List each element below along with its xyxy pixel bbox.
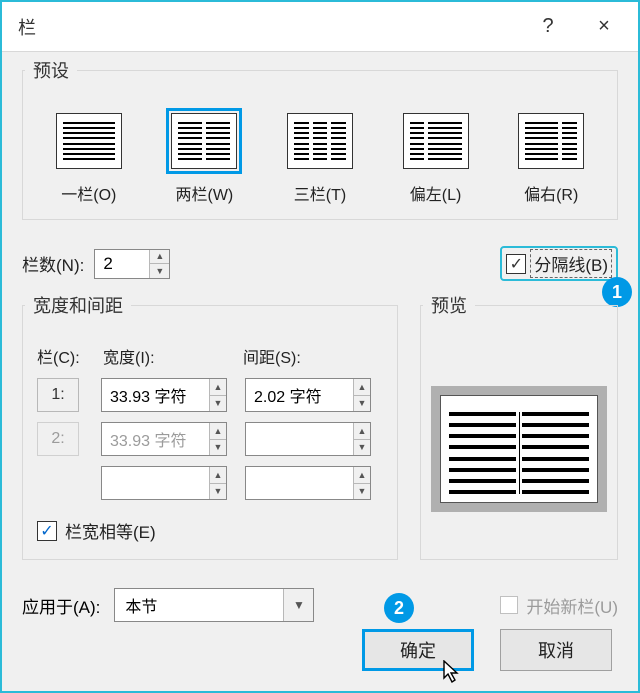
preset-label: 两栏(W): [154, 181, 254, 205]
preview-box: [431, 386, 607, 512]
preview-page: [440, 395, 598, 503]
preview-group: 预览: [420, 305, 618, 560]
ws-row-index: 2:: [37, 422, 79, 456]
equal-width-row[interactable]: ✓ 栏宽相等(E): [37, 518, 383, 543]
preset-option[interactable]: 偏右(R): [501, 113, 601, 205]
presets-legend: 预设: [25, 57, 77, 83]
width-input: [102, 467, 209, 499]
equal-width-label: 栏宽相等(E): [65, 518, 156, 543]
spin-down: ▼: [210, 440, 226, 456]
preset-icon: [518, 113, 584, 169]
preset-label: 偏左(L): [386, 181, 486, 205]
width-input[interactable]: [102, 379, 209, 411]
chevron-down-icon[interactable]: ▼: [283, 589, 313, 621]
separator-label: 分隔线(B): [532, 251, 610, 276]
ws-head-width: 宽度(I):: [103, 344, 243, 368]
preset-icon: [403, 113, 469, 169]
separator-checkbox[interactable]: ✓: [506, 254, 526, 274]
preset-option[interactable]: 两栏(W): [154, 113, 254, 205]
preset-option[interactable]: 一栏(O): [39, 113, 139, 205]
numcols-down[interactable]: ▼: [150, 264, 169, 278]
ws-head-col: 栏(C):: [37, 344, 103, 368]
preview-legend: 预览: [423, 292, 475, 318]
spacing-input: [246, 423, 353, 455]
ws-head-spacing: 间距(S):: [243, 344, 383, 368]
annotation-badge-1: 1: [602, 277, 632, 307]
ws-row-index: 1:: [37, 378, 79, 412]
annotation-badge-2: 2: [384, 593, 414, 623]
spin-down: ▼: [354, 484, 370, 500]
ws-row: 2:▲▼▲▼: [37, 422, 383, 456]
spin-up: ▲: [354, 467, 370, 484]
spin-up[interactable]: ▲: [354, 379, 370, 396]
spacing-spinner: ▲▼: [245, 422, 371, 456]
preset-label: 一栏(O): [39, 181, 139, 205]
spin-up: ▲: [210, 467, 226, 484]
spin-down[interactable]: ▼: [354, 396, 370, 412]
cancel-button[interactable]: 取消: [500, 629, 612, 671]
spacing-spinner: ▲▼: [245, 466, 371, 500]
help-button[interactable]: ?: [520, 5, 576, 49]
columns-dialog: 栏 ? × 预设 一栏(O) 两栏(W) 三栏(T) 偏左(L) 偏右(R) 栏数(N)…: [0, 0, 640, 693]
preset-icon: [287, 113, 353, 169]
spin-down: ▼: [210, 484, 226, 500]
preset-label: 偏右(R): [501, 181, 601, 205]
preset-icon: [171, 113, 237, 169]
spin-down[interactable]: ▼: [210, 396, 226, 412]
spin-up: ▲: [210, 423, 226, 440]
start-new-column: 开始新栏(U): [500, 593, 618, 618]
start-new-checkbox: [500, 596, 518, 614]
close-button[interactable]: ×: [576, 5, 632, 49]
numcols-label: 栏数(N):: [22, 251, 84, 276]
apply-to-select[interactable]: 本节 ▼: [114, 588, 314, 622]
width-spinner: ▲▼: [101, 466, 227, 500]
spacing-input: [246, 467, 353, 499]
spacing-input[interactable]: [246, 379, 353, 411]
spin-up[interactable]: ▲: [210, 379, 226, 396]
titlebar: 栏 ? ×: [2, 2, 638, 52]
width-spacing-group: 宽度和间距 栏(C): 宽度(I): 间距(S): 1:▲▼▲▼2:▲▼▲▼▲▼…: [22, 305, 398, 560]
presets-group: 预设 一栏(O)两栏(W)三栏(T)偏左(L)偏右(R): [22, 70, 618, 220]
preset-option[interactable]: 偏左(L): [386, 113, 486, 205]
width-spinner[interactable]: ▲▼: [101, 378, 227, 412]
equal-width-checkbox[interactable]: ✓: [37, 521, 57, 541]
separator-checkbox-wrap[interactable]: ✓ 分隔线(B) 1: [500, 246, 618, 281]
start-new-label: 开始新栏(U): [526, 593, 618, 618]
preset-label: 三栏(T): [270, 181, 370, 205]
ws-row: ▲▼▲▼: [37, 466, 383, 500]
spin-down: ▼: [354, 440, 370, 456]
spin-up: ▲: [354, 423, 370, 440]
dialog-title: 栏: [18, 14, 520, 40]
ws-row: 1:▲▼▲▼: [37, 378, 383, 412]
ok-button[interactable]: 确定: [362, 629, 474, 671]
width-input: [102, 423, 209, 455]
width-spinner: ▲▼: [101, 422, 227, 456]
numcols-input[interactable]: [95, 250, 149, 278]
apply-to-label: 应用于(A):: [22, 593, 100, 618]
preset-icon: [56, 113, 122, 169]
preset-option[interactable]: 三栏(T): [270, 113, 370, 205]
numcols-spinner[interactable]: ▲ ▼: [94, 249, 170, 279]
numcols-up[interactable]: ▲: [150, 250, 169, 265]
ws-legend: 宽度和间距: [25, 292, 131, 318]
apply-to-value: 本节: [125, 593, 157, 617]
spacing-spinner[interactable]: ▲▼: [245, 378, 371, 412]
